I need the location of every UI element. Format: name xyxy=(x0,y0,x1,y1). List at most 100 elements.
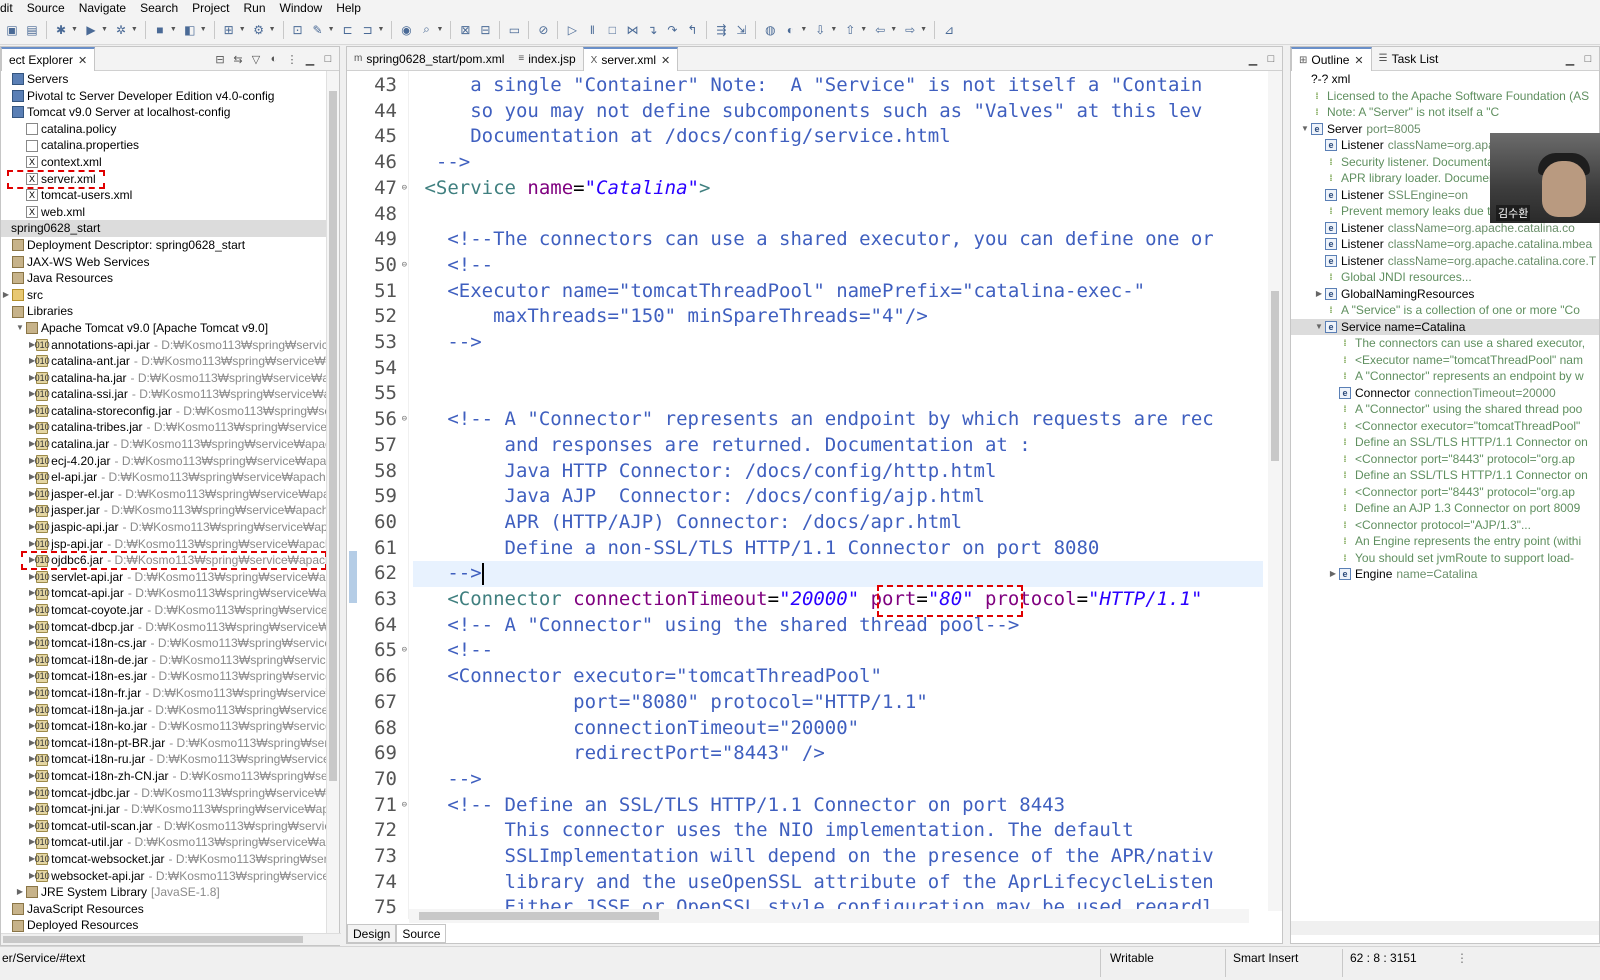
tree-row[interactable]: ▶ 010 jasper-el.jar - D:₩Kosmo113₩spring₩se… xyxy=(1,486,327,503)
task-icon[interactable]: ✎ xyxy=(310,22,326,38)
tree-row[interactable]: Java Resources xyxy=(1,270,327,287)
code-line[interactable]: --> xyxy=(413,330,1263,356)
code-line[interactable]: library and the useOpenSSL attribute of … xyxy=(413,870,1263,896)
maximize-icon[interactable]: □ xyxy=(1581,53,1595,65)
link-editor-icon[interactable]: ⇆ xyxy=(231,53,245,66)
dropdown-arrow-icon[interactable]: ▼ xyxy=(239,26,246,33)
expand-arrow-icon[interactable]: ▶ xyxy=(1,287,11,304)
tree-row[interactable]: ▶ 010 tomcat-i18n-ru.jar - D:₩Kosmo113₩spri… xyxy=(1,751,327,768)
editor-horizontal-scrollbar[interactable] xyxy=(409,909,1249,923)
resume-icon[interactable]: ▷ xyxy=(564,22,580,38)
outline-row[interactable]: ⁞ Licensed to the Apache Software Foundat… xyxy=(1291,88,1599,105)
dropdown-arrow-icon[interactable]: ▼ xyxy=(860,26,867,33)
tree-row[interactable]: Tomcat v9.0 Server at localhost-config xyxy=(1,104,327,121)
next-annotation-icon[interactable]: ⇩ xyxy=(812,22,828,38)
minimize-icon[interactable]: ▁ xyxy=(303,53,317,66)
menu-item[interactable]: Window xyxy=(280,1,330,15)
dropdown-arrow-icon[interactable]: ▼ xyxy=(920,26,927,33)
code-line[interactable]: port="8080" protocol="HTTP/1.1" xyxy=(413,690,1263,716)
run-icon[interactable]: ▶ xyxy=(83,22,99,38)
tree-row[interactable]: ▶ 010 tomcat-util-scan.jar - D:₩Kosmo113₩sp… xyxy=(1,818,327,835)
code-line[interactable]: SSLImplementation will depend on the pre… xyxy=(413,844,1263,870)
tree-row[interactable]: Pivotal tc Server Developer Edition v4.0… xyxy=(1,88,327,105)
code-line[interactable]: <!-- A "Connector" represents an endpoin… xyxy=(413,407,1263,433)
tree-row[interactable]: ▶ 010 jasper.jar - D:₩Kosmo113₩spring₩servi… xyxy=(1,502,327,519)
code-line[interactable]: a single "Container" Note: A "Service" i… xyxy=(413,73,1263,99)
tree-row[interactable]: ▶ 010 catalina-tribes.jar - D:₩Kosmo113₩spr… xyxy=(1,419,327,436)
step-return-icon[interactable]: ↰ xyxy=(684,22,700,38)
use-step-filters-icon[interactable]: ⇶ xyxy=(713,22,729,38)
editor-tab[interactable]: m spring0628_start/pom.xml xyxy=(347,47,511,70)
tree-row[interactable]: ▶ 010 servlet-api.jar - D:₩Kosmo113₩spring₩… xyxy=(1,569,327,586)
terminate-icon[interactable]: □ xyxy=(604,22,620,38)
code-line[interactable]: <Connector executor="tomcatThreadPool" xyxy=(413,664,1263,690)
tree-row[interactable]: ▶ 010 tomcat-i18n-de.jar - D:₩Kosmo113₩spri… xyxy=(1,652,327,669)
editor-vertical-scrollbar[interactable] xyxy=(1268,71,1282,911)
code-line[interactable]: <Connector connectionTimeout="20000" por… xyxy=(413,587,1263,613)
tree-row[interactable]: Deployed Resources xyxy=(1,917,327,934)
outline-row[interactable]: e Connector connectionTimeout=20000 xyxy=(1291,385,1599,402)
menu-item[interactable]: Navigate xyxy=(79,1,133,15)
outline-row[interactable]: ⁞ <Connector executor="tomcatThreadPool" xyxy=(1291,418,1599,435)
close-icon[interactable]: ✕ xyxy=(661,54,670,67)
code-line[interactable] xyxy=(413,202,1263,228)
tree-row[interactable]: JavaScript Resources xyxy=(1,901,327,918)
tree-row[interactable]: ▶ 010 tomcat-i18n-ko.jar - D:₩Kosmo113₩spri… xyxy=(1,718,327,735)
tree-row[interactable]: Libraries xyxy=(1,303,327,320)
outline-row[interactable]: ⁞ Define an SSL/TLS HTTP/1.1 Connector on xyxy=(1291,434,1599,451)
spring-boot-icon[interactable]: ◍ xyxy=(762,22,778,38)
tree-row[interactable]: ▶ 010 annotations-api.jar - D:₩Kosmo113₩spr… xyxy=(1,337,327,354)
code-line[interactable]: so you may not define subcomponents such… xyxy=(413,99,1263,125)
outline-row[interactable]: ⁞ A "Connector" represents an endpoint by… xyxy=(1291,368,1599,385)
drop-to-frame-icon[interactable]: ⇲ xyxy=(733,22,749,38)
tree-row[interactable]: Servers xyxy=(1,71,327,88)
tree-row[interactable]: ▶ 010 catalina-storeconfig.jar - D:₩Kosmo11… xyxy=(1,403,327,420)
tree-row[interactable]: ▶ 010 catalina-ha.jar - D:₩Kosmo113₩spring₩… xyxy=(1,370,327,387)
code-line[interactable]: Java HTTP Connector: /docs/config/http.h… xyxy=(413,459,1263,485)
suspend-icon[interactable]: ‖ xyxy=(584,22,600,38)
save-all-icon[interactable]: ▤ xyxy=(24,22,40,38)
maximize-icon[interactable]: □ xyxy=(1264,53,1278,65)
focus-icon[interactable]: ◐ xyxy=(267,53,281,65)
tab-outline[interactable]: ⊞ Outline ✕ xyxy=(1291,47,1372,71)
outline-row[interactable]: ⁞ Define an AJP 1.3 Connector on port 800… xyxy=(1291,500,1599,517)
tree-row[interactable]: catalina.properties xyxy=(1,137,327,154)
disconnect-icon[interactable]: ⋈ xyxy=(624,22,640,38)
code-line[interactable]: <!-- xyxy=(413,638,1263,664)
tree-row[interactable]: ▶ 010 el-api.jar - D:₩Kosmo113₩spring₩servi… xyxy=(1,469,327,486)
outline-row[interactable]: ⁞ <Connector protocol="AJP/1.3"... xyxy=(1291,517,1599,534)
debug-config-icon[interactable]: ✱ xyxy=(53,22,69,38)
tree-row[interactable]: catalina.policy xyxy=(1,121,327,138)
tree-row[interactable]: ▶ src xyxy=(1,287,327,304)
expand-arrow-icon[interactable]: ▼ xyxy=(1299,121,1311,138)
tree-row[interactable]: ▶ 010 websocket-api.jar - D:₩Kosmo113₩sprin… xyxy=(1,868,327,885)
tree-row[interactable]: spring0628_start xyxy=(1,220,327,237)
filter-icon[interactable]: ▽ xyxy=(249,53,263,66)
tree-row[interactable]: ▶ 010 tomcat-i18n-zh-CN.jar - D:₩Kosmo113₩s… xyxy=(1,768,327,785)
tree-row[interactable]: Deployment Descriptor: spring0628_start xyxy=(1,237,327,254)
tree-row[interactable]: JAX-WS Web Services xyxy=(1,254,327,271)
tree-row[interactable]: ▼ Apache Tomcat v9.0 [Apache Tomcat v9.0] xyxy=(1,320,327,337)
tree-row[interactable]: ▶ 010 catalina.jar - D:₩Kosmo113₩spring₩ser… xyxy=(1,436,327,453)
code-line[interactable]: This connector uses the NIO implementati… xyxy=(413,818,1263,844)
code-line[interactable]: <!-- xyxy=(413,253,1263,279)
project-tree-vertical-scrollbar[interactable] xyxy=(326,71,339,937)
dropdown-arrow-icon[interactable]: ▼ xyxy=(131,26,138,33)
outline-row[interactable]: ⁞ <Connector port="8443" protocol="org.ap xyxy=(1291,451,1599,468)
code-line[interactable]: redirectPort="8443" /> xyxy=(413,741,1263,767)
outline-horizontal-scrollbar[interactable] xyxy=(1291,921,1599,935)
tree-row[interactable]: ▶ 010 tomcat-jni.jar - D:₩Kosmo113₩spring₩s… xyxy=(1,801,327,818)
minimize-icon[interactable]: ▁ xyxy=(1563,53,1577,66)
back-icon[interactable]: ⇦ xyxy=(872,22,888,38)
dropdown-arrow-icon[interactable]: ▼ xyxy=(200,26,207,33)
forward-icon[interactable]: ⇨ xyxy=(902,22,918,38)
tree-row[interactable]: Xweb.xml xyxy=(1,204,327,221)
expand-arrow-icon[interactable]: ▶ xyxy=(1313,286,1325,303)
view-menu-icon[interactable]: ⋮ xyxy=(285,53,299,66)
expand-arrow-icon[interactable]: ▶ xyxy=(15,884,25,901)
outline-row[interactable]: ⁞ The connectors can use a shared executo… xyxy=(1291,335,1599,352)
scrollbar-thumb[interactable] xyxy=(419,912,659,920)
dropdown-arrow-icon[interactable]: ▼ xyxy=(269,26,276,33)
editor-tab[interactable]: ≡ index.jsp xyxy=(511,47,582,70)
outline-row[interactable]: ⁞ You should set jvmRoute to support load… xyxy=(1291,550,1599,567)
